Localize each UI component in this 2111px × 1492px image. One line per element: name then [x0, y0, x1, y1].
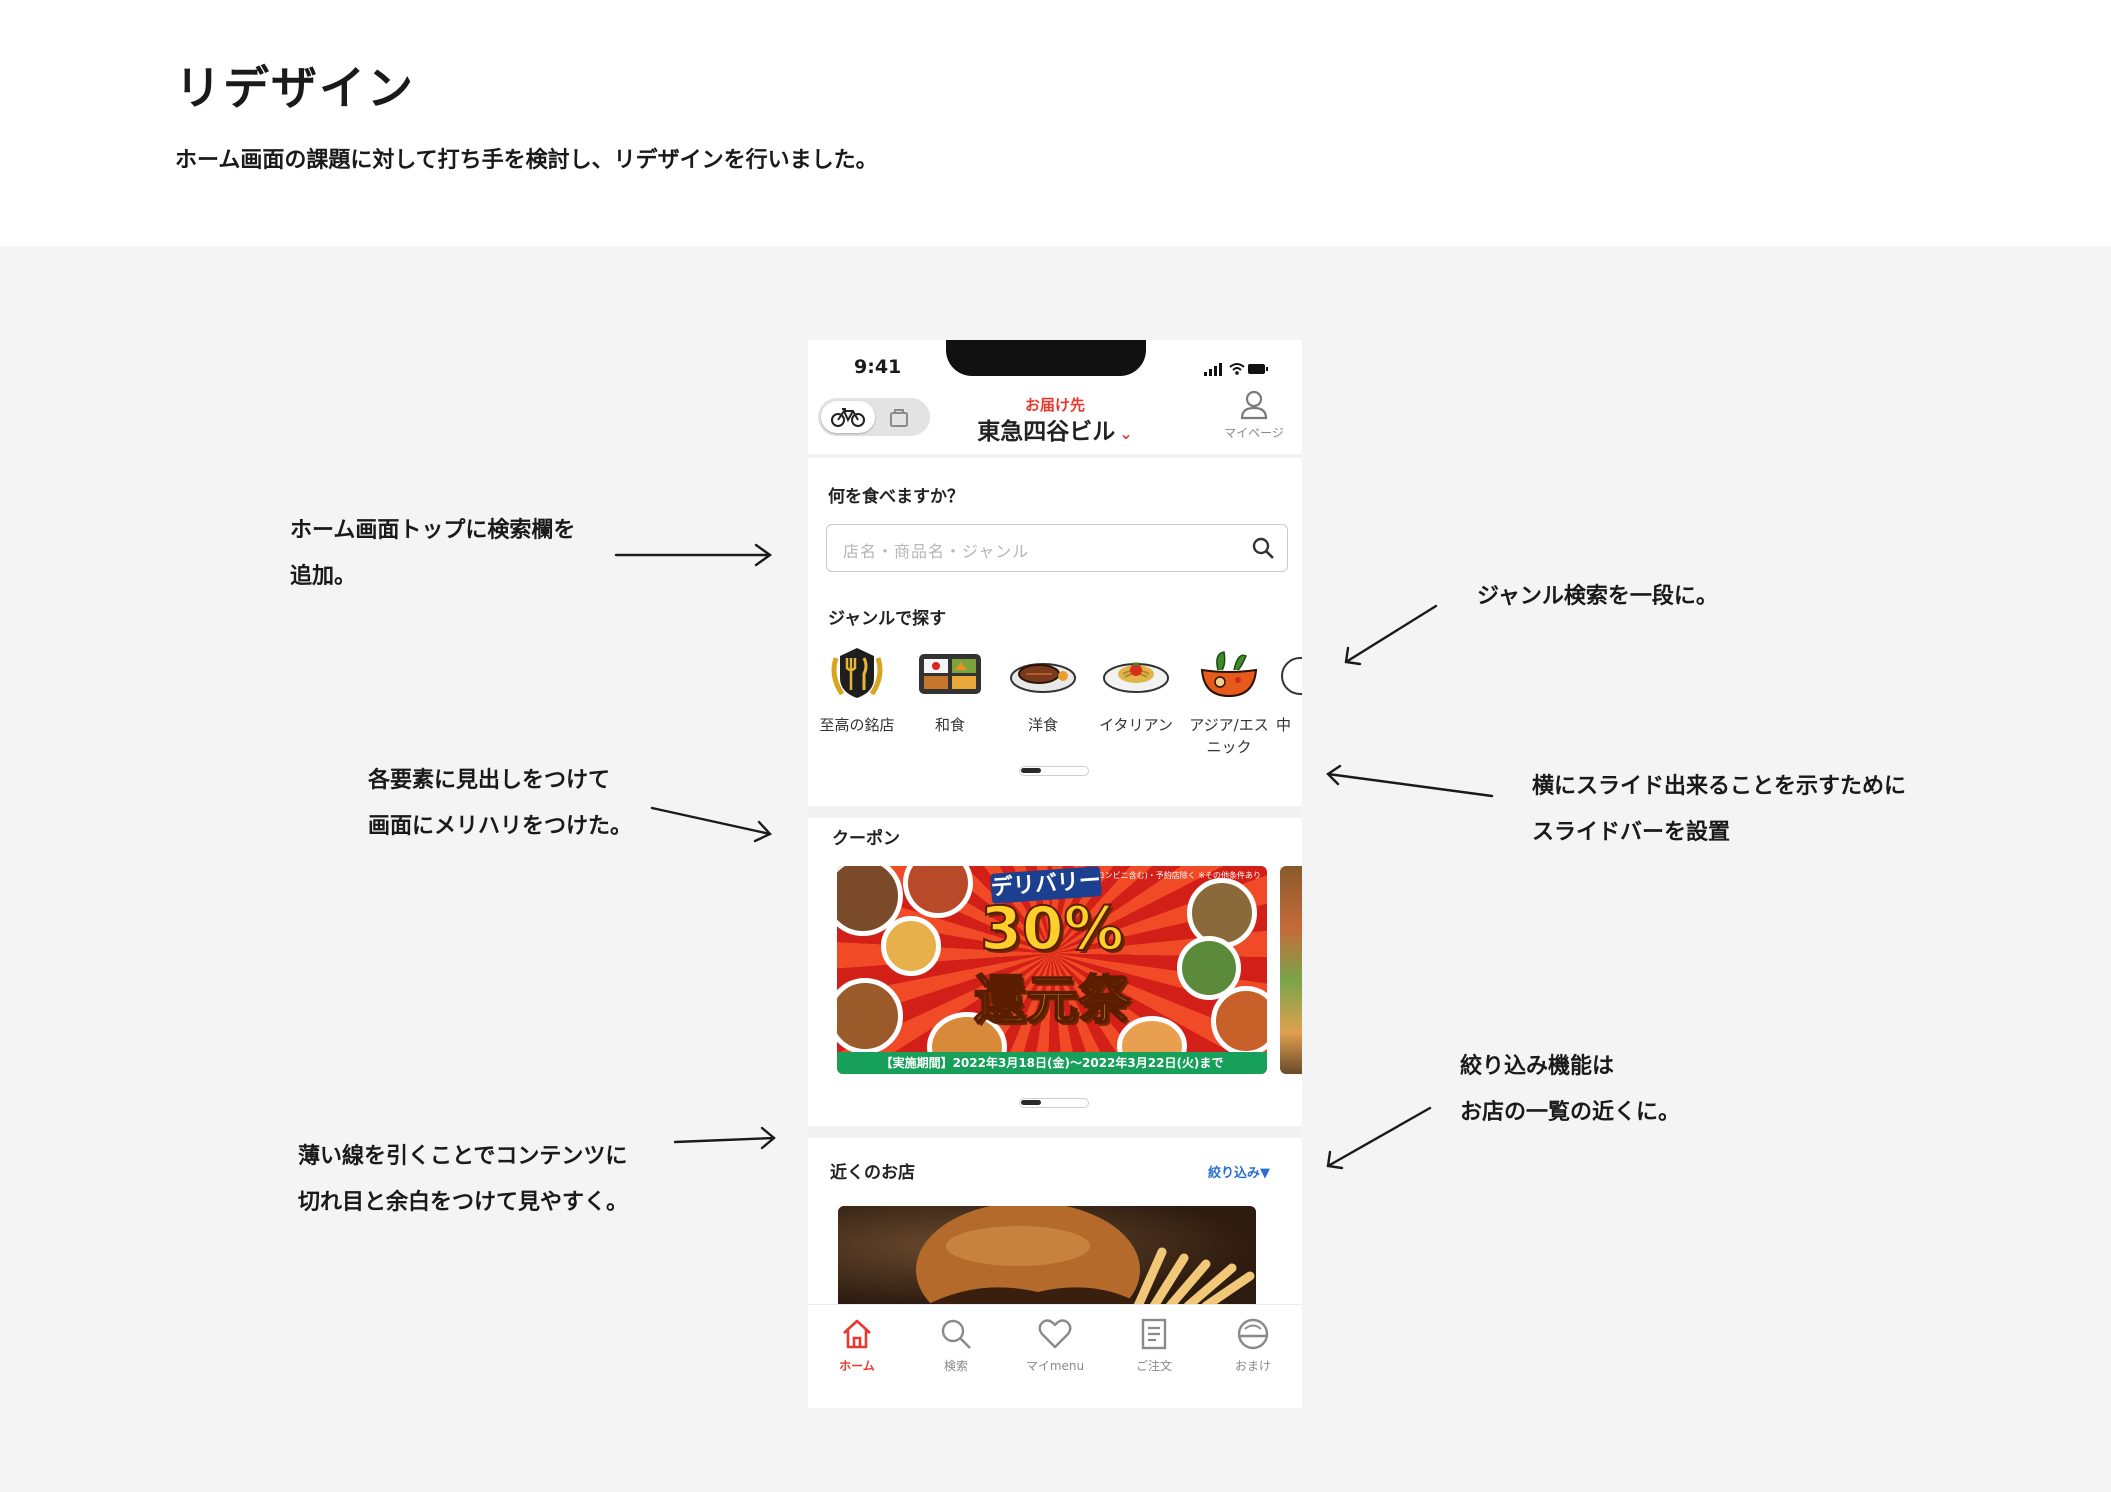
genre-scroll-thumb[interactable] [1021, 768, 1041, 773]
header-area: リデザイン ホーム画面の課題に対して打ち手を検討し、リデザインを行いました。 [0, 0, 2111, 246]
section-divider [808, 1126, 1302, 1138]
mypage-label[interactable]: マイページ [1214, 424, 1294, 441]
tab-search[interactable]: 検索 [907, 1317, 1005, 1374]
search-heading: 何を食べますか？ [828, 487, 964, 507]
tab-home[interactable]: ホーム [808, 1317, 906, 1374]
bottom-tab-bar: ホーム 検索 マイmenu ご注文 おまけ [808, 1304, 1302, 1408]
coupon-scroll-bar[interactable] [1019, 1098, 1089, 1108]
genre-label: アジア/エスニック [1189, 716, 1269, 756]
banner-headline: 30% [979, 893, 1125, 965]
tab-label: おまけ [1234, 1359, 1271, 1373]
phone-screen: 9:41 お届け先 東急四谷ビル ⌄ マイページ 何を食べますか？ 店名・商品名… [808, 340, 1302, 1408]
genre-scroll-bar[interactable] [1019, 766, 1089, 776]
genre-heading: ジャンルで探す [828, 609, 947, 629]
genre-label: 中 [1276, 716, 1292, 734]
annotation-filter: 絞り込み機能は お店の一覧の近くに。 [1460, 1054, 1681, 1125]
pasta-plate-icon [1103, 662, 1169, 693]
page-title: リデザイン [175, 61, 415, 115]
status-time: 9:41 [854, 356, 902, 378]
tab-label: ホーム [839, 1359, 875, 1373]
bonus-icon [1237, 1318, 1269, 1350]
page-description: ホーム画面の課題に対して打ち手を検討し、リデザインを行いました。 [175, 148, 878, 173]
section-divider [808, 454, 1302, 458]
phone-notch [946, 340, 1146, 376]
filter-button[interactable]: 絞り込み▼ [1208, 1162, 1270, 1181]
search-input[interactable]: 店名・商品名・ジャンル [826, 524, 1288, 572]
search-icon [941, 1319, 971, 1349]
genre-label: 和食 [934, 716, 965, 734]
home-icon [843, 1319, 871, 1349]
receipt-icon [1141, 1318, 1167, 1350]
genre-item-italian[interactable]: イタリアン [1091, 646, 1181, 736]
heart-icon [1038, 1319, 1072, 1349]
annotation-divider: 薄い線を引くことでコンテンツに 切れ目と余白をつけて見やすく。 [298, 1144, 629, 1215]
shop-photo[interactable] [838, 1206, 1256, 1306]
annotation-search: ホーム画面トップに検索欄を 追加。 [290, 518, 576, 589]
next-coupon-banner[interactable] [1280, 866, 1302, 1074]
tab-orders[interactable]: ご注文 [1105, 1317, 1203, 1374]
banner-period: 【実施期間】2022年3月18日(金)〜2022年3月22日(火)まで [837, 1052, 1267, 1074]
chevron-down-icon: ⌄ [1119, 424, 1133, 443]
genre-item-asian[interactable]: アジア/エスニック [1184, 646, 1274, 758]
search-icon[interactable] [1251, 536, 1275, 560]
steak-plate-icon [1010, 663, 1076, 693]
nearby-heading: 近くのお店 [830, 1163, 915, 1183]
delivery-address-name: 東急四谷ビル [977, 419, 1116, 445]
genre-item-washoku[interactable]: 和食 [905, 646, 995, 736]
tab-label: ご注文 [1135, 1359, 1172, 1373]
coupon-banner[interactable]: ※小売店(コンビニ含む)・予約店除く ※その他条件あり デリバリー 30% 還元… [837, 866, 1267, 1074]
partial-icon [1281, 657, 1302, 695]
annotation-genre: ジャンル検索を一段に。 [1477, 584, 1718, 609]
asian-bowl-icon [1200, 651, 1258, 698]
genre-item-yoshoku[interactable]: 洋食 [998, 646, 1088, 736]
section-divider [808, 806, 1302, 818]
coupon-scroll-thumb[interactable] [1021, 1100, 1041, 1105]
bento-icon [919, 654, 981, 694]
tab-label: マイmenu [1025, 1359, 1085, 1373]
genre-label: 至高の銘店 [819, 716, 895, 734]
genre-label: イタリアン [1099, 716, 1173, 734]
genre-label: 洋食 [1027, 716, 1058, 734]
tab-bonus[interactable]: おまけ [1204, 1317, 1302, 1374]
user-icon[interactable] [1240, 390, 1268, 420]
tab-label: 検索 [943, 1359, 968, 1373]
coupon-heading: クーポン [832, 829, 900, 849]
banner-headline-2: 還元祭 [973, 970, 1131, 1032]
status-icons [1204, 363, 1268, 376]
genre-item-partial[interactable]: 中 [1276, 646, 1302, 736]
annotation-headings: 各要素に見出しをつけて 画面にメリハリをつけた。 [368, 768, 633, 839]
search-placeholder: 店名・商品名・ジャンル [843, 542, 1030, 561]
genre-item-premium[interactable]: 至高の銘店 [812, 646, 902, 736]
tab-mymenu[interactable]: マイmenu [1006, 1317, 1104, 1374]
annotation-slidebar: 横にスライド出来ることを示すために スライドバーを設置 [1532, 774, 1907, 845]
burger-image [916, 1206, 1255, 1306]
laurel-fork-knife-icon [831, 648, 883, 698]
